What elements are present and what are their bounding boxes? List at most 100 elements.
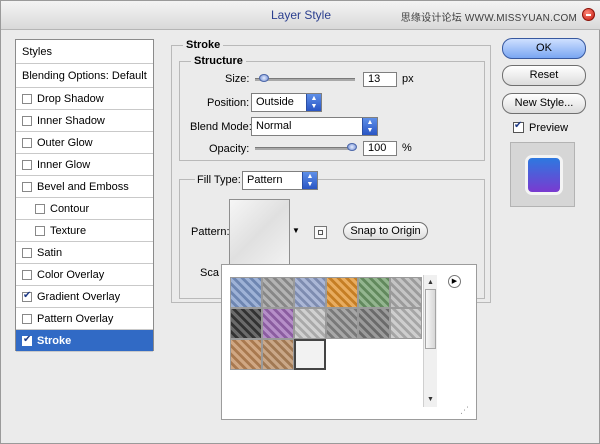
new-style-button[interactable]: New Style... (502, 93, 586, 114)
reset-button[interactable]: Reset (502, 65, 586, 86)
pattern-tile[interactable] (262, 308, 294, 339)
style-preview (510, 142, 575, 207)
checkbox-checked-icon[interactable] (22, 290, 32, 302)
size-slider[interactable] (255, 74, 355, 82)
style-label: Gradient Overlay (37, 290, 121, 303)
styles-header[interactable]: Styles (16, 40, 153, 64)
fill-type-label: Fill Type: (195, 174, 243, 186)
position-value: Outside (256, 96, 294, 108)
structure-title: Structure (191, 55, 246, 67)
snap-to-origin-button[interactable]: Snap to Origin (343, 222, 428, 240)
pattern-tile[interactable] (262, 277, 294, 308)
checkbox-icon[interactable] (22, 137, 32, 148)
blend-mode-value: Normal (256, 120, 292, 132)
resize-grip-icon[interactable]: ⋰ (460, 405, 469, 416)
pattern-dropdown-arrow-icon[interactable]: ▼ (292, 226, 300, 235)
pattern-tile[interactable] (294, 277, 326, 308)
blend-mode-label: Blend Mode: (190, 121, 252, 133)
picker-scrollbar[interactable]: ▲ ▼ (423, 275, 437, 407)
style-item-stroke[interactable]: Stroke (16, 330, 153, 352)
pattern-tile[interactable] (230, 339, 262, 370)
scroll-up-icon[interactable]: ▲ (427, 279, 434, 286)
checkbox-icon[interactable] (35, 203, 45, 214)
watermark-text: 思缘设计论坛 WWW.MISSYUAN.COM (400, 13, 577, 24)
size-label: Size: (225, 73, 250, 85)
size-input[interactable]: 13 (363, 72, 397, 87)
scroll-down-icon[interactable]: ▼ (427, 396, 434, 403)
checkbox-icon[interactable] (22, 93, 32, 104)
style-label: Inner Glow (37, 158, 91, 171)
preview-checkbox[interactable]: ✔ (513, 120, 524, 133)
style-label: Satin (37, 246, 63, 259)
opacity-unit: % (402, 142, 412, 154)
style-label: Color Overlay (37, 268, 105, 281)
checkbox-icon[interactable] (22, 159, 32, 170)
stroke-title: Stroke (183, 39, 224, 51)
pattern-row (230, 339, 426, 370)
new-preset-icon[interactable] (314, 226, 327, 239)
close-icon[interactable] (582, 8, 595, 21)
pattern-tile[interactable] (326, 277, 358, 308)
fill-type-select[interactable]: Pattern ▲ ▼ (242, 171, 318, 190)
style-label: Inner Shadow (37, 114, 105, 127)
position-select[interactable]: Outside ▲ ▼ (251, 93, 322, 112)
style-label: Drop Shadow (37, 92, 104, 105)
size-slider-knob[interactable] (259, 74, 269, 82)
styles-list: Styles Blending Options: Default Drop Sh… (15, 39, 154, 352)
opacity-slider-knob[interactable] (347, 143, 357, 151)
select-arrows-icon: ▲ ▼ (306, 94, 321, 111)
style-item-color-overlay[interactable]: Color Overlay (16, 264, 153, 286)
style-label: Stroke (37, 334, 72, 347)
checkbox-icon[interactable] (22, 181, 32, 192)
pattern-row (230, 277, 426, 308)
checkbox-icon[interactable] (22, 269, 32, 280)
style-label: Texture (50, 224, 87, 237)
pattern-tile[interactable] (326, 308, 358, 339)
style-item-texture[interactable]: Texture (16, 220, 153, 242)
style-item-contour[interactable]: Contour (16, 198, 153, 220)
pattern-label: Pattern: (191, 226, 230, 238)
pattern-tile[interactable] (358, 277, 390, 308)
size-unit: px (402, 73, 414, 85)
select-arrows-icon: ▲ ▼ (302, 172, 317, 189)
style-label: Bevel and Emboss (37, 180, 129, 193)
style-item-gradient-overlay[interactable]: Gradient Overlay (16, 286, 153, 308)
pattern-tile[interactable] (294, 339, 326, 370)
checkbox-icon[interactable] (22, 115, 32, 126)
pattern-tile[interactable] (358, 308, 390, 339)
pattern-tile[interactable] (390, 277, 422, 308)
title-bar: Layer Style 思缘设计论坛 WWW.MISSYUAN.COM (1, 1, 600, 30)
pattern-tile[interactable] (230, 308, 262, 339)
pattern-grid (230, 277, 426, 370)
position-label: Position: (207, 97, 250, 109)
pattern-tile[interactable] (262, 339, 294, 370)
pattern-picker: ▲ ▼ ⋰ (221, 264, 477, 420)
pattern-tile[interactable] (294, 308, 326, 339)
checkbox-icon[interactable] (35, 225, 45, 236)
preview-label: Preview (529, 122, 569, 134)
style-item-inner-glow[interactable]: Inner Glow (16, 154, 153, 176)
checkbox-icon[interactable] (22, 247, 32, 258)
opacity-slider[interactable] (255, 143, 357, 151)
picker-menu-icon[interactable]: ▶ (448, 275, 461, 288)
pattern-swatch[interactable] (229, 199, 290, 266)
style-item-bevel-emboss[interactable]: Bevel and Emboss (16, 176, 153, 198)
style-item-drop-shadow[interactable]: Drop Shadow (16, 88, 153, 110)
pattern-tile[interactable] (390, 308, 422, 339)
preview-thumbnail (525, 155, 563, 195)
ok-button[interactable]: OK (502, 38, 586, 59)
scroll-thumb[interactable] (425, 289, 436, 349)
pattern-row (230, 308, 426, 339)
style-item-outer-glow[interactable]: Outer Glow (16, 132, 153, 154)
blend-mode-select[interactable]: Normal ▲ ▼ (251, 117, 378, 136)
checkbox-icon[interactable] (22, 313, 32, 324)
opacity-label: Opacity: (209, 143, 250, 155)
style-label: Contour (50, 202, 90, 215)
opacity-input[interactable]: 100 (363, 141, 397, 156)
style-item-inner-shadow[interactable]: Inner Shadow (16, 110, 153, 132)
style-item-satin[interactable]: Satin (16, 242, 153, 264)
pattern-tile[interactable] (230, 277, 262, 308)
style-item-pattern-overlay[interactable]: Pattern Overlay (16, 308, 153, 330)
checkbox-checked-icon[interactable] (22, 334, 32, 346)
blending-options-item[interactable]: Blending Options: Default (16, 64, 153, 88)
